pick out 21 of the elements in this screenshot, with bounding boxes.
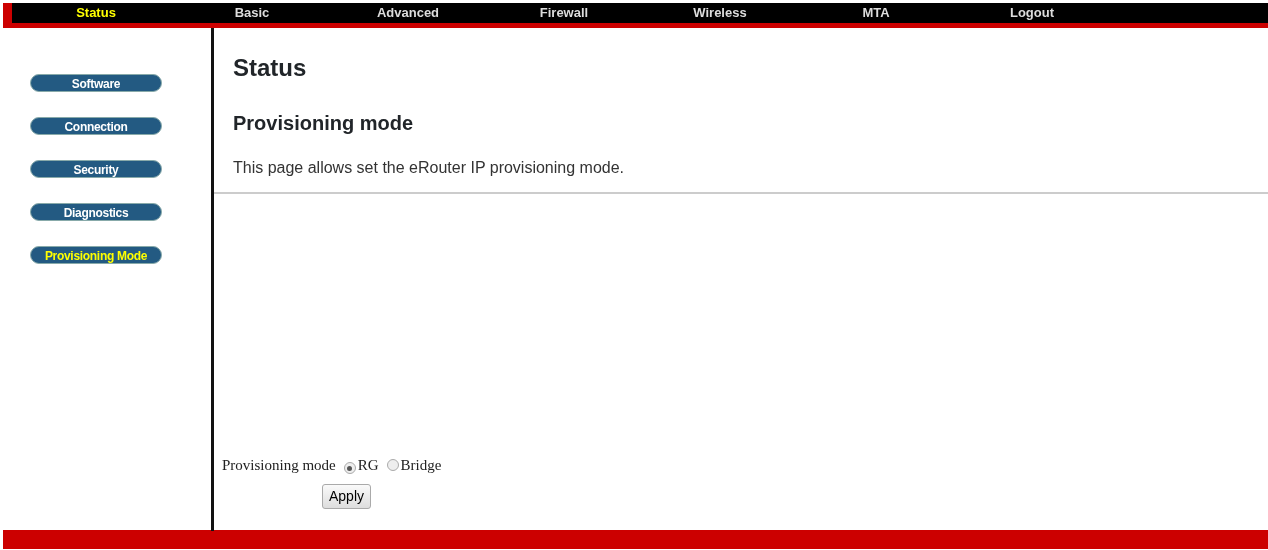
sidebar-button[interactable]: Connection xyxy=(30,117,162,135)
sidebar-button[interactable]: Diagnostics xyxy=(30,203,162,221)
radio-button[interactable] xyxy=(343,462,356,474)
nav-tab[interactable]: MTA xyxy=(798,3,954,23)
description: This page allows set the eRouter IP provisioning mode. xyxy=(233,158,626,178)
radio-label: Bridge xyxy=(400,456,442,473)
nav-tab[interactable]: Advanced xyxy=(330,3,486,23)
nav-tab[interactable]: Firewall xyxy=(486,3,642,23)
page-title: Status xyxy=(233,53,308,83)
apply-button[interactable]: Apply xyxy=(322,484,372,509)
radio-button[interactable] xyxy=(386,458,399,471)
nav-tab[interactable]: Wireless xyxy=(642,3,798,23)
sidebar-button[interactable]: Software xyxy=(30,74,162,92)
field-label: Provisioning mode xyxy=(222,456,336,473)
radio-label: RG xyxy=(357,456,379,473)
nav-tab[interactable]: Basic xyxy=(174,3,330,23)
section-title: Provisioning mode xyxy=(233,111,415,136)
sidebar-button[interactable]: Security xyxy=(30,160,162,178)
nav-tab[interactable]: Logout xyxy=(954,3,1110,23)
sidebar-button[interactable]: Provisioning Mode xyxy=(30,246,162,264)
nav-tab[interactable]: Status xyxy=(18,3,174,23)
